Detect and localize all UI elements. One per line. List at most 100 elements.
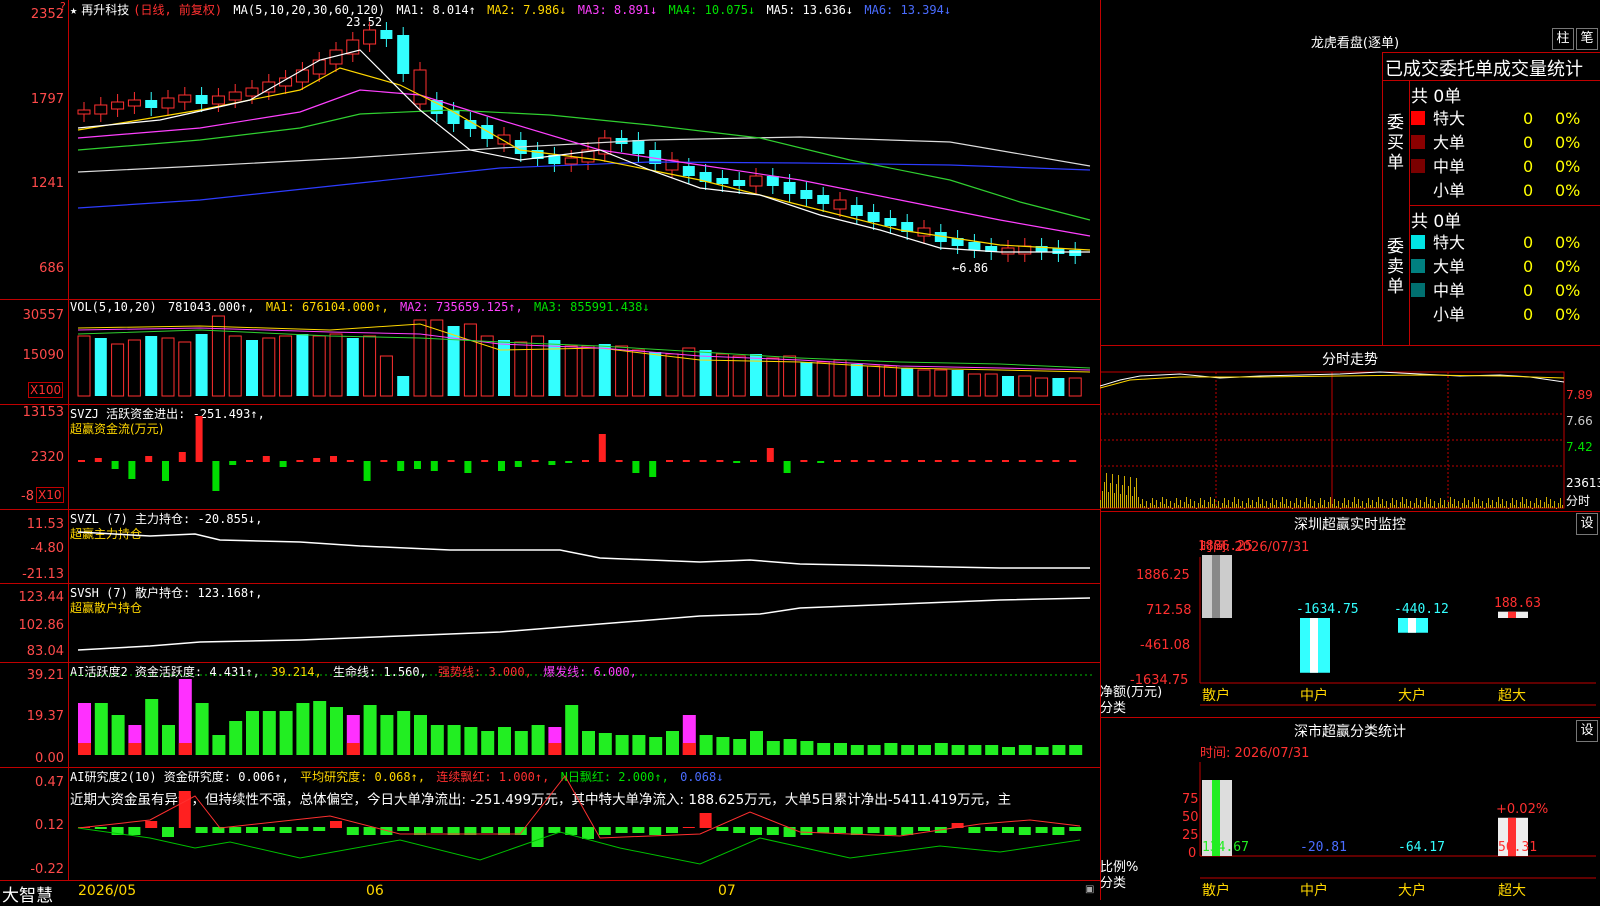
volume-bar	[984, 373, 998, 397]
intraday-volume-bar	[1472, 502, 1473, 508]
candle	[211, 95, 225, 105]
volume-bar	[145, 336, 158, 396]
flow-bar	[380, 460, 388, 462]
value-bar-highlight	[1310, 618, 1318, 673]
flow-bar	[430, 461, 438, 471]
volume-bar	[883, 365, 897, 397]
candle	[178, 94, 192, 103]
activity-bar-red	[346, 743, 360, 755]
row-pct: 0%	[1555, 157, 1581, 176]
intraday-volume-bar	[1516, 500, 1517, 508]
intraday-volume-bar	[1422, 507, 1423, 508]
activity-bar	[750, 731, 763, 755]
intraday-chart[interactable]: 7.89 7.66 7.42 23613 分时	[1100, 370, 1600, 510]
activity-bar	[800, 741, 814, 755]
flow-bar	[615, 460, 623, 462]
volume-bar	[917, 369, 931, 397]
volume-bar	[329, 333, 343, 397]
research-bar	[733, 827, 746, 833]
flow-bar	[850, 460, 858, 462]
research-bar	[1069, 827, 1082, 831]
volume-bar	[77, 335, 91, 397]
research-bar	[531, 827, 544, 847]
volume-bar	[127, 339, 141, 397]
main-chart-panel[interactable]: ★ 再升科技 (日线, 前复权) MA(5,10,20,30,60,120) MA1…	[0, 0, 1100, 300]
value-label: 188.63	[1494, 595, 1541, 611]
research-bar	[481, 827, 494, 833]
monitor-settings-button[interactable]: 设	[1576, 513, 1598, 535]
volume-bar	[649, 352, 662, 396]
row-pct: 0%	[1555, 257, 1581, 276]
research-bar	[1052, 827, 1065, 835]
stat-box: 已成交委托单成交量统计 委买单 委卖单 共 0单 共 0单 特大 0 0% 大单 0 0%…	[1382, 52, 1600, 346]
svzl-panel[interactable]: SVZL (7) 主力持仓: -20.855↓, 超赢主力持仓 11.53 -4…	[0, 510, 1100, 583]
activity-bar	[212, 735, 226, 755]
volume-bar	[631, 349, 645, 397]
intraday-volume-bar	[1546, 497, 1547, 508]
buy-row-0: 特大 0 0%	[1411, 105, 1580, 129]
research-bar	[94, 827, 107, 829]
flow-bar	[94, 458, 102, 462]
ratio-category-label: 超大	[1498, 883, 1526, 899]
intraday-volume-bar	[1340, 508, 1341, 509]
intraday-volume-bar	[1312, 506, 1313, 508]
tick-mode-button[interactable]: 笔	[1576, 28, 1598, 50]
intraday-volume-bar	[1236, 504, 1237, 508]
bar-mode-button[interactable]: 柱	[1552, 28, 1574, 50]
ai-research-panel[interactable]: AI研究度2(10) 资金研究度: 0.006↑, 平均研究度: 0.068↑,…	[0, 768, 1100, 880]
intraday-volume-bar	[1264, 506, 1265, 508]
candlestick-chart[interactable]	[0, 0, 1100, 300]
ai-active-bars	[70, 674, 1095, 755]
row-name: 特大	[1433, 109, 1466, 128]
intraday-volume-bar	[1232, 502, 1233, 508]
flow-bar	[162, 461, 169, 481]
ai-active-panel[interactable]: AI活跃度2 资金活跃度: 4.431↑, 39.214, 生命线: 1.560…	[0, 663, 1100, 767]
intraday-volume-bar	[1306, 497, 1307, 508]
intraday-volume-bar	[1316, 508, 1317, 509]
volume-bar	[615, 345, 629, 397]
intraday-volume-bar	[1446, 507, 1447, 508]
intraday-volume-bar	[1202, 505, 1203, 508]
activity-bar	[1018, 745, 1032, 755]
activity-bar	[498, 727, 511, 755]
buy-side-label: 委买单	[1387, 113, 1404, 173]
volume-bar	[379, 355, 393, 397]
intraday-volume-bar	[1476, 504, 1477, 508]
intraday-volume-bar	[1474, 497, 1475, 508]
intraday-volume-bar	[1506, 501, 1507, 508]
intraday-vol-unit: 分时	[1566, 494, 1591, 508]
intraday-volume-bar	[1366, 503, 1367, 508]
volume-bar	[397, 376, 410, 396]
intraday-volume-bar	[1354, 497, 1355, 508]
class-settings-button[interactable]: 设	[1576, 720, 1598, 742]
intraday-volume-bar	[1258, 497, 1259, 508]
row-pct: 0%	[1555, 233, 1581, 252]
volume-bar	[195, 334, 208, 396]
research-bar	[195, 827, 208, 833]
row-count: 0	[1523, 233, 1534, 252]
flow-bar	[514, 461, 522, 467]
candle	[161, 97, 175, 109]
intraday-volume-bar	[1308, 504, 1309, 508]
stat-header: 已成交委托单成交量统计	[1385, 59, 1583, 80]
activity-bar	[582, 731, 595, 755]
volume-bar	[1002, 376, 1014, 396]
intraday-volume-bar	[1550, 499, 1551, 508]
svzj-panel[interactable]: SVZJ 活跃资金进出: -251.493↑, 超赢资金流(万元) 13153 …	[0, 405, 1100, 509]
intraday-volume-bar	[1142, 499, 1143, 508]
activity-bar	[632, 735, 646, 755]
lock-icon[interactable]: ▣	[1085, 884, 1094, 895]
intraday-volume-bar	[1426, 497, 1427, 508]
intraday-volume-bar	[1360, 506, 1361, 508]
intraday-volume-bar	[1452, 504, 1453, 508]
research-bar	[346, 827, 359, 835]
intraday-volume-bar	[1512, 498, 1513, 508]
svsh-panel[interactable]: SVSH (7) 散户持仓: 123.168↑, 超赢散户持仓 123.44 1…	[0, 584, 1100, 662]
intraday-volume-bar	[1424, 502, 1425, 508]
sell-row-3: 小单 0 0%	[1411, 301, 1580, 325]
volume-panel[interactable]: VOL(5,10,20) 781043.000↑, MA1: 676104.00…	[0, 300, 1100, 404]
activity-bar	[598, 733, 612, 755]
intraday-volume-bar	[1172, 508, 1173, 509]
flow-bar	[212, 461, 220, 491]
flow-bar	[279, 461, 287, 467]
